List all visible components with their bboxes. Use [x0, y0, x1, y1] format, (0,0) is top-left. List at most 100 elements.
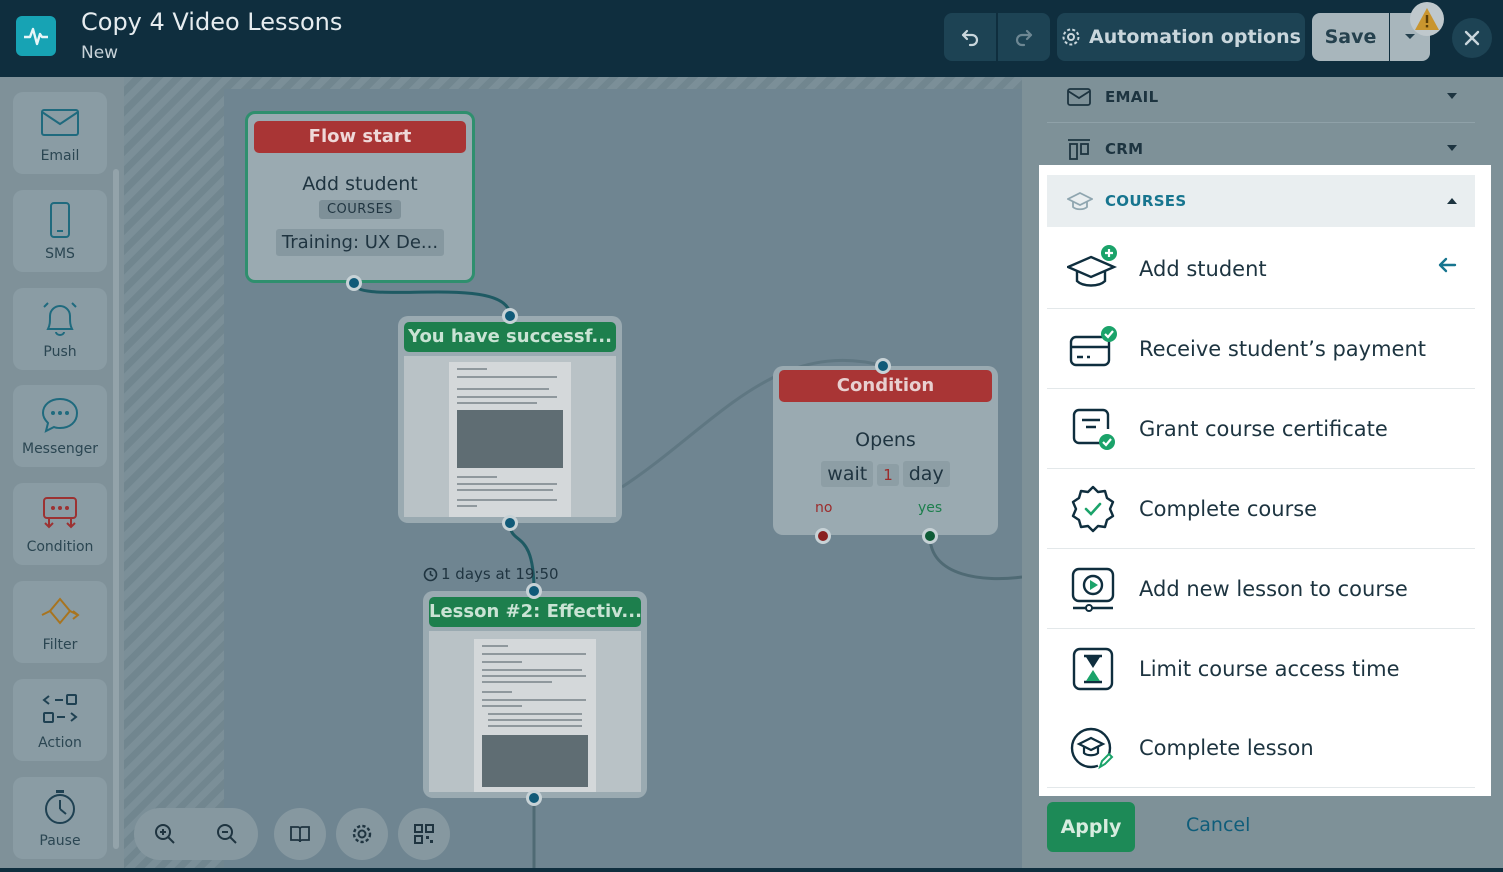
- envelope-icon: [41, 109, 79, 136]
- zoom-in-button[interactable]: [134, 808, 196, 860]
- course-item-limit-access[interactable]: Limit course access time: [1047, 629, 1475, 709]
- email-preview-page: [474, 639, 596, 792]
- condition-wait-unit: day: [902, 461, 950, 487]
- filter-icon: [41, 597, 80, 625]
- canvas-settings-button[interactable]: [336, 808, 388, 860]
- warning-indicator[interactable]: [1410, 2, 1444, 36]
- email-preview-image: [457, 410, 563, 468]
- undo-icon: [961, 29, 979, 47]
- flow-start-tag: COURSES: [318, 200, 402, 219]
- connector-port[interactable]: [875, 358, 891, 374]
- delay-text: 1 days at 19:50: [441, 565, 559, 583]
- palette-messenger[interactable]: Messenger: [13, 385, 107, 467]
- course-item-label: Add new lesson to course: [1139, 576, 1408, 601]
- email-node-header: Lesson #2: Effectiv...: [429, 597, 641, 627]
- connector-port[interactable]: [346, 275, 362, 291]
- palette-filter[interactable]: Filter: [13, 581, 107, 663]
- section-email-label: EMAIL: [1105, 87, 1159, 106]
- chevron-down-icon: [1447, 145, 1457, 151]
- condition-rule: Opens: [855, 429, 916, 451]
- palette-sms[interactable]: SMS: [13, 190, 107, 272]
- palette-action[interactable]: Action: [13, 679, 107, 761]
- stopwatch-icon: [45, 790, 75, 824]
- palette-push[interactable]: Push: [13, 288, 107, 370]
- automation-options-button[interactable]: Automation options: [1057, 13, 1305, 61]
- connector-port[interactable]: [502, 515, 518, 531]
- connector-port[interactable]: [526, 583, 542, 599]
- minimap-button[interactable]: [398, 808, 450, 860]
- cancel-button[interactable]: Cancel: [1186, 814, 1250, 836]
- save-button[interactable]: Save: [1312, 13, 1389, 61]
- email-node[interactable]: You have successf...: [398, 316, 622, 523]
- zoom-out-button[interactable]: [196, 808, 258, 860]
- email-preview-image: [482, 735, 588, 787]
- chevron-down-icon: [1405, 34, 1415, 39]
- bottom-border: [0, 868, 1503, 872]
- hourglass-icon: [1072, 647, 1114, 690]
- course-item-receive-payment[interactable]: Receive student’s payment: [1047, 309, 1475, 389]
- delay-info: 1 days at 19:50: [423, 565, 559, 583]
- connector-port-no[interactable]: [815, 528, 831, 544]
- bell-icon: [43, 302, 77, 336]
- automation-options-label: Automation options: [1089, 26, 1301, 48]
- condition-node[interactable]: Condition Opens wait 1 day: [773, 366, 998, 535]
- course-item-add-lesson[interactable]: Add new lesson to course: [1047, 549, 1475, 629]
- course-item-label: Complete course: [1139, 496, 1318, 521]
- flow-start-course: Training: UX De...: [275, 229, 445, 256]
- connector-port[interactable]: [502, 308, 518, 324]
- lesson-complete-icon: [1070, 727, 1114, 770]
- badge-check-icon: [1071, 485, 1115, 532]
- email-node[interactable]: Lesson #2: Effectiv...: [423, 591, 647, 798]
- apply-button[interactable]: Apply: [1047, 802, 1135, 852]
- course-item-complete-lesson[interactable]: Complete lesson: [1047, 708, 1475, 788]
- connector-port[interactable]: [526, 790, 542, 806]
- palette-email-label: Email: [40, 148, 80, 164]
- palette-condition[interactable]: Condition: [13, 483, 107, 565]
- condition-wait-label: wait: [821, 461, 874, 487]
- email-preview: [404, 356, 616, 517]
- course-item-label: Limit course access time: [1139, 656, 1400, 681]
- course-item-grant-certificate[interactable]: Grant course certificate: [1047, 389, 1475, 469]
- course-item-label: Complete lesson: [1139, 735, 1314, 760]
- flow-canvas[interactable]: Flow start Add student COURSES Training:…: [124, 77, 1022, 872]
- palette-pause-label: Pause: [39, 833, 81, 849]
- redo-button[interactable]: [998, 13, 1050, 61]
- course-item-label: Grant course certificate: [1139, 416, 1388, 441]
- course-item-label: Add student: [1139, 256, 1267, 281]
- palette-scrollbar[interactable]: [113, 169, 119, 849]
- close-button[interactable]: [1452, 18, 1492, 58]
- gear-icon: [1062, 28, 1080, 46]
- flow-start-node[interactable]: Flow start Add student COURSES Training:…: [245, 111, 475, 283]
- chevron-down-icon: [1447, 93, 1457, 99]
- palette-action-label: Action: [38, 735, 82, 751]
- course-item-add-student[interactable]: Add student: [1047, 229, 1475, 309]
- branch-no-label: no: [815, 500, 833, 516]
- top-bar: Copy 4 Video Lessons New Automation opti…: [0, 0, 1503, 77]
- certificate-icon: [1072, 408, 1115, 450]
- phone-icon: [50, 202, 70, 238]
- zoom-out-icon: [217, 824, 237, 844]
- undo-button[interactable]: [944, 13, 996, 61]
- section-courses-label: COURSES: [1105, 192, 1187, 210]
- book-icon: [290, 826, 310, 843]
- video-lesson-icon: [1071, 567, 1115, 612]
- palette-email[interactable]: Email: [13, 92, 107, 174]
- course-item-complete-course[interactable]: Complete course: [1047, 469, 1475, 549]
- condition-wait-value: 1: [877, 464, 899, 486]
- element-palette: Email SMS Push Messenger Condition Filte…: [0, 77, 124, 872]
- redo-icon: [1015, 29, 1033, 47]
- palette-messenger-label: Messenger: [21, 441, 99, 457]
- guide-button[interactable]: [274, 808, 326, 860]
- palette-pause[interactable]: Pause: [13, 777, 107, 859]
- section-email[interactable]: EMAIL: [1047, 71, 1475, 123]
- connector-port-yes[interactable]: [922, 528, 938, 544]
- chevron-up-icon: [1447, 198, 1457, 204]
- pulse-icon: [24, 27, 48, 46]
- chat-bubble-icon: [41, 397, 79, 433]
- section-crm-label: CRM: [1105, 139, 1144, 158]
- zoom-in-icon: [155, 824, 175, 844]
- palette-push-label: Push: [43, 344, 77, 360]
- app-logo: [16, 16, 56, 56]
- email-preview: [429, 631, 641, 792]
- section-courses[interactable]: COURSES: [1047, 175, 1475, 227]
